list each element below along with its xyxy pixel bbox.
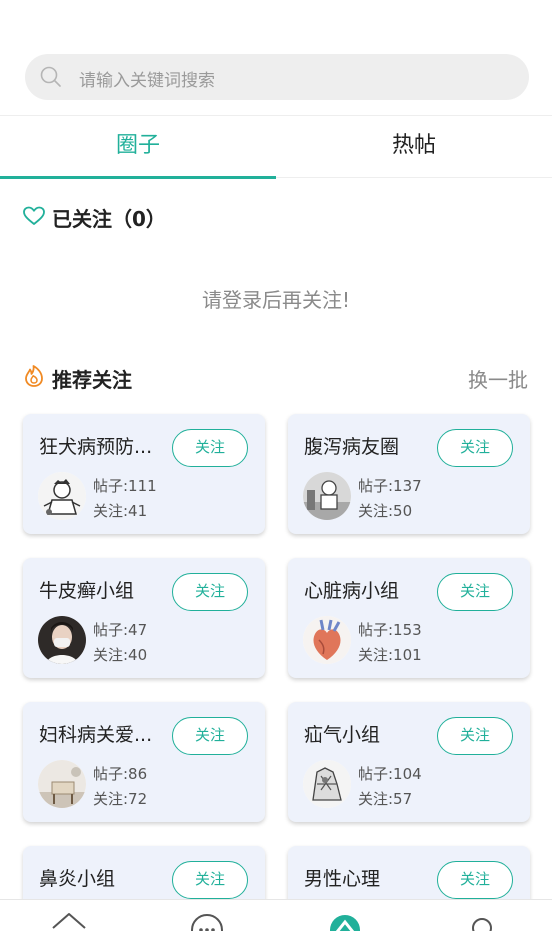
chat-icon[interactable] bbox=[187, 908, 227, 931]
home-icon[interactable] bbox=[49, 908, 89, 931]
search-placeholder: 请输入关键词搜索 bbox=[79, 71, 215, 91]
group-card[interactable]: 牛皮癣小组 关注 帖子:47 关注:40 bbox=[23, 558, 265, 678]
heart-icon bbox=[23, 206, 45, 225]
follow-button[interactable]: 关注 bbox=[437, 429, 513, 467]
group-name: 狂犬病预防... bbox=[39, 436, 153, 458]
refresh-button[interactable]: 换一批 bbox=[468, 364, 528, 393]
fire-icon bbox=[25, 365, 43, 387]
login-prompt: 请登录后再关注! bbox=[201, 288, 351, 312]
group-card[interactable]: 狂犬病预防... 关注 帖子:111 关注:41 bbox=[23, 414, 265, 534]
group-name: 鼻炎小组 bbox=[39, 868, 116, 890]
group-card[interactable]: 疝气小组 关注 帖子:104 关注:57 bbox=[288, 702, 530, 822]
follower-count: 关注:57 bbox=[358, 790, 413, 808]
post-count: 帖子:111 bbox=[93, 477, 157, 495]
community-icon[interactable] bbox=[325, 908, 365, 931]
group-avatar bbox=[38, 472, 86, 520]
group-avatar bbox=[38, 760, 86, 808]
tab-circles[interactable]: 圈子 bbox=[0, 116, 276, 179]
follow-button[interactable]: 关注 bbox=[172, 861, 248, 899]
follower-count: 关注:41 bbox=[93, 502, 148, 520]
group-name: 男性心理 bbox=[304, 868, 381, 890]
group-name: 心脏病小组 bbox=[304, 580, 400, 602]
follower-count: 关注:50 bbox=[358, 502, 413, 520]
post-count: 帖子:104 bbox=[358, 765, 422, 783]
follow-button[interactable]: 关注 bbox=[172, 429, 248, 467]
post-count: 帖子:47 bbox=[93, 621, 148, 639]
tab-hot-posts[interactable]: 热帖 bbox=[276, 116, 552, 178]
post-count: 帖子:153 bbox=[358, 621, 422, 639]
follow-button[interactable]: 关注 bbox=[172, 573, 248, 611]
follow-button[interactable]: 关注 bbox=[437, 573, 513, 611]
follower-count: 关注:72 bbox=[93, 790, 148, 808]
bottom-navigation bbox=[0, 899, 552, 931]
profile-icon[interactable] bbox=[462, 908, 502, 931]
post-count: 帖子:86 bbox=[93, 765, 148, 783]
search-icon bbox=[40, 66, 61, 87]
recommend-title: 推荐关注 bbox=[52, 368, 132, 392]
group-card[interactable]: 心脏病小组 关注 帖子:153 关注:101 bbox=[288, 558, 530, 678]
search-area: 请输入关键词搜索 bbox=[0, 0, 552, 116]
group-avatar bbox=[303, 616, 351, 664]
group-avatar bbox=[38, 616, 86, 664]
group-avatar bbox=[303, 760, 351, 808]
follow-button[interactable]: 关注 bbox=[172, 717, 248, 755]
followed-title: 已关注（0） bbox=[52, 207, 166, 231]
group-card[interactable]: 腹泻病友圈 关注 帖子:137 关注:50 bbox=[288, 414, 530, 534]
follower-count: 关注:101 bbox=[358, 646, 422, 664]
group-name: 腹泻病友圈 bbox=[304, 436, 400, 458]
group-card[interactable]: 妇科病关爱... 关注 帖子:86 关注:72 bbox=[23, 702, 265, 822]
follow-button[interactable]: 关注 bbox=[437, 717, 513, 755]
post-count: 帖子:137 bbox=[358, 477, 422, 495]
group-name: 牛皮癣小组 bbox=[39, 580, 135, 602]
group-avatar bbox=[303, 472, 351, 520]
follower-count: 关注:40 bbox=[93, 646, 148, 664]
group-name: 妇科病关爱... bbox=[39, 724, 153, 746]
group-name: 疝气小组 bbox=[304, 724, 381, 746]
search-input[interactable]: 请输入关键词搜索 bbox=[25, 54, 529, 100]
follow-button[interactable]: 关注 bbox=[437, 861, 513, 899]
tab-bar: 圈子 热帖 bbox=[0, 116, 552, 179]
